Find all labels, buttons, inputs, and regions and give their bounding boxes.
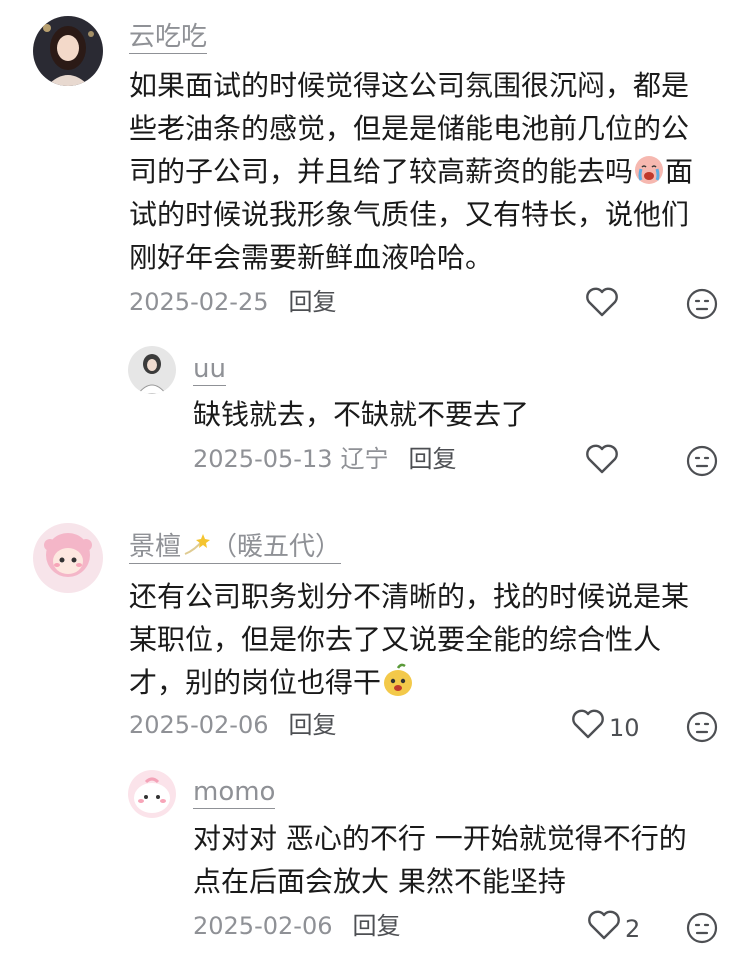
neutral-face-icon [686,711,718,747]
username[interactable]: 景檀 （暖五代） [129,530,342,564]
comment-text: 如果面试的时候觉得这公司氛围很沉闷，都是些老油条的感觉，但是是储能电池前几位的公… [129,69,694,274]
neutral-face-icon [686,912,718,948]
comment-date: 2025-02-25 [129,288,269,316]
reaction-button[interactable] [686,445,718,481]
reaction-button[interactable] [686,912,718,948]
like-button[interactable]: 2 [587,910,640,948]
avatar[interactable] [128,346,176,394]
reply-button[interactable]: 回复 [352,912,400,940]
comment-date: 2025-05-13 [193,445,333,473]
avatar[interactable] [33,16,103,86]
like-button[interactable]: 10 [571,709,640,747]
comment-text: 还有公司职务划分不清晰的，找的时候说是某某职位，但是你去了又说要全能的综合性人才… [129,580,690,699]
heart-outline-icon [585,444,619,482]
comment-meta: 2025-02-06 回复 [193,910,400,942]
neutral-face-icon [686,288,718,324]
reaction-button[interactable] [686,288,718,324]
neutral-face-icon [686,445,718,481]
heart-outline-icon [587,910,621,948]
comment-date: 2025-02-06 [129,711,269,739]
avatar[interactable] [128,770,176,818]
username[interactable]: uu [193,352,226,386]
username[interactable]: momo [193,775,276,809]
comment-date: 2025-02-06 [193,912,333,940]
comment-meta: 2025-02-25 回复 [129,286,336,318]
comment-meta: 2025-02-06 回复 [129,709,336,741]
avatar[interactable] [33,523,103,593]
like-button[interactable] [585,287,623,325]
like-count: 2 [625,915,641,943]
dizzy-star-emoji [181,530,211,560]
like-count: 10 [609,714,640,742]
reply-button[interactable]: 回复 [288,711,336,739]
heart-outline-icon [571,709,605,747]
like-button[interactable] [585,444,623,482]
comment-text: 对对对 恶心的不行 一开始就觉得不行的点在后面会放大 果然不能坚持 [193,822,687,898]
comment-text: 缺钱就去，不缺就不要去了 [193,398,530,431]
reaction-button[interactable] [686,711,718,747]
heart-outline-icon [585,287,619,325]
comment-meta: 2025-05-13 辽宁 回复 [193,443,456,475]
mango-face-emoji [381,663,415,697]
reply-button[interactable]: 回复 [408,445,456,473]
reply-button[interactable]: 回复 [288,288,336,316]
comment-region: 辽宁 [340,445,389,473]
crying-face-emoji [633,154,665,186]
username[interactable]: 云吃吃 [129,20,208,54]
